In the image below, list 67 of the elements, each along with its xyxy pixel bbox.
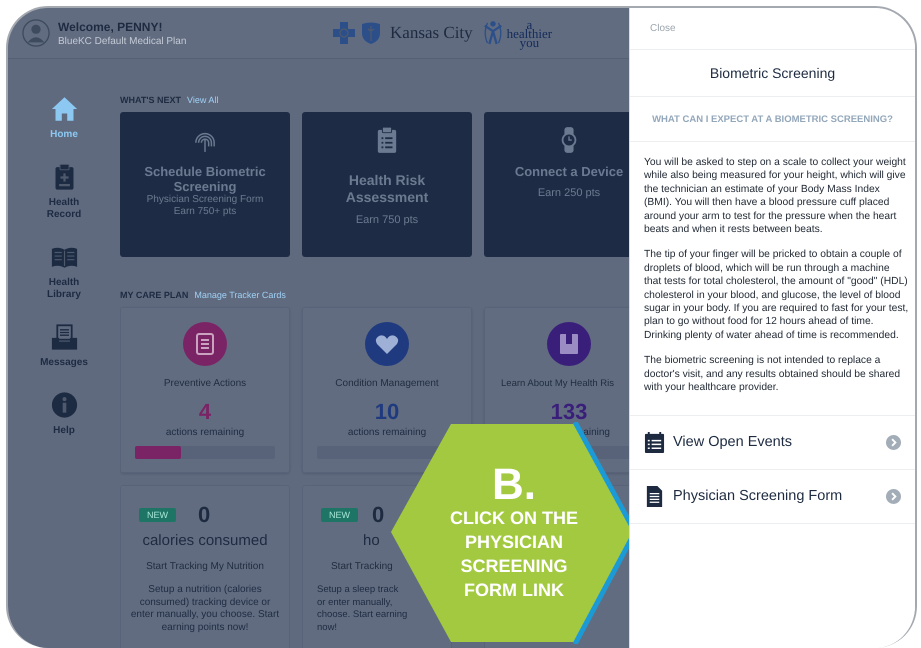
nav-item[interactable]: Health Record — [34, 163, 94, 221]
document-icon — [644, 484, 665, 508]
tracker-card[interactable]: NEW 0 calories consumed Start Tracking My Nutrition Setup a nutrition (calories consumed) tracking device or enter manually, you choose. Start earning points now! — [120, 485, 290, 648]
chevron-icon — [886, 488, 901, 504]
count-caption: actions remaining — [348, 427, 426, 438]
task-title: Health Risk Assessment — [344, 172, 430, 206]
panel-subheading: WHAT CAN I EXPECT AT A BIOMETRIC SCREENING? — [630, 97, 915, 142]
care-title: Preventive Actions — [164, 378, 246, 389]
close-link[interactable]: Close — [650, 23, 676, 34]
manage-cards-link[interactable]: Manage Tracker Cards — [194, 290, 286, 300]
clipboard-icon — [376, 126, 398, 154]
tracker-value: 0 — [372, 502, 384, 528]
count-caption: actions remaining — [166, 427, 244, 438]
nav-item[interactable]: Messages — [34, 323, 94, 369]
task-title: Schedule Biometric Screening — [143, 164, 267, 194]
task-title: Connect a Device — [514, 164, 624, 179]
panel-link[interactable]: Physician Screening Form — [630, 470, 915, 524]
calendar-icon — [644, 430, 665, 454]
tracker-description: Setup a nutrition (calories consumed) tracking device or enter manually, you choose. Start earning points now! — [130, 584, 280, 634]
welcome-text: Welcome, PENNY! — [58, 20, 164, 34]
callout-text: CLICK ON THE PHYSICIAN SCREENING FORM LINK — [449, 507, 579, 602]
panel-title: Biometric Screening — [630, 50, 915, 97]
info-paragraph: The tip of your finger will be pricked to obtain a couple of droplets of blood, which will be run through a machine that tests for total cholesterol, the amount of "good" (HDL) cholesterol in your blood, and glucose, the level of blood sugar in your body. If you are required to fast for your test, plan to go without food for 12 hours ahead of time. Drinking plenty of water ahead of time is recommended. — [644, 248, 909, 342]
care-card[interactable]: Condition Management 10 actions remaining — [302, 307, 472, 473]
home-icon — [50, 95, 78, 123]
messages-icon — [50, 323, 78, 351]
panel-link[interactable]: View Open Events — [630, 416, 915, 470]
count-value: 133 — [550, 399, 588, 425]
care-card[interactable]: Preventive Actions 4 actions remaining — [120, 307, 290, 473]
new-badge: NEW — [139, 508, 176, 522]
count-value: 4 — [198, 399, 212, 425]
info-paragraph: The biometric screening is not intended to replace a doctor's visit, and any results obtained should be shared with your healthcare provider. — [644, 354, 902, 394]
info-paragraph: You will be asked to step on a scale to collect your weight while also being measured for your height, which will give the technician an estimate of your Body Mass Index (BMI). You will then have a blood pressure cuff placed around your arm to test for the pressure when the heart beats and when it rests between beats. — [644, 156, 907, 236]
section-heading: MY CARE PLAN — [120, 290, 188, 300]
shield-icon — [359, 21, 383, 45]
tracker-title: Start Tracking — [331, 561, 393, 572]
nav-item[interactable]: Health Library — [34, 243, 94, 301]
new-badge: NEW — [321, 508, 358, 522]
cross-icon — [332, 21, 356, 45]
view-all-link[interactable]: View All — [186, 95, 218, 105]
count-value: 10 — [374, 399, 400, 425]
task-detail: Earn 750+ pts — [174, 206, 236, 218]
task-detail: Earn 250 pts — [538, 187, 600, 199]
count-caption: aining — [583, 427, 611, 438]
task-card[interactable]: Health Risk Assessment Earn 750 pts — [302, 112, 472, 257]
tracker-unit: calories consumed — [142, 532, 268, 549]
care-title: Learn About My Health Ris — [500, 378, 614, 389]
chevron-icon — [886, 434, 901, 450]
tagline-word: healthier — [506, 28, 552, 38]
task-card[interactable]: Connect a Device Earn 250 pts — [484, 112, 629, 257]
avatar-icon — [22, 19, 50, 47]
task-detail: Earn 750 pts — [356, 214, 418, 226]
tracker-title: Start Tracking My Nutrition — [146, 561, 264, 572]
task-card[interactable]: Schedule Biometric Screening Physician Screening Form Earn 750+ pts — [120, 112, 290, 257]
person-icon — [482, 20, 504, 46]
help-icon — [50, 391, 78, 419]
tracker-unit: ho — [363, 532, 380, 549]
plan-name: BlueKC Default Medical Plan — [58, 36, 186, 46]
brand-name: Kansas City — [390, 23, 473, 43]
task-detail: Physician Screening Form — [146, 194, 264, 206]
tagline-word: a — [526, 20, 532, 28]
nav-item[interactable]: Help — [34, 391, 94, 437]
tracker-value: 0 — [198, 502, 210, 528]
care-title: Condition Management — [335, 378, 439, 389]
section-heading: WHAT'S NEXT — [120, 95, 181, 105]
tracker-description: Setup a sleep track or enter manually, choose. Start earning now! — [317, 584, 408, 634]
nav-item[interactable]: Home — [34, 95, 94, 141]
